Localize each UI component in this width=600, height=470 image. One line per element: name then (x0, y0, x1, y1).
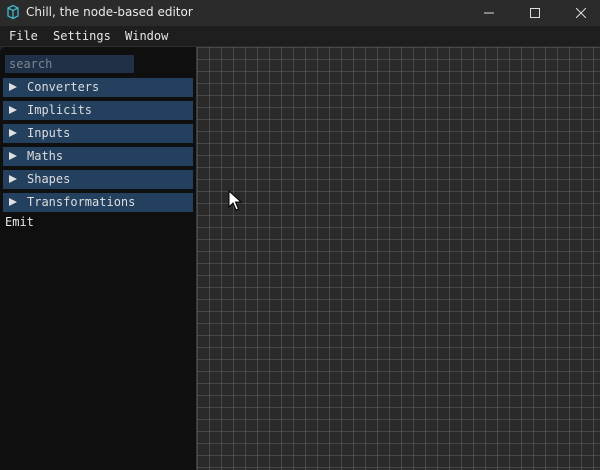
category-label: Transformations (27, 195, 136, 209)
minimize-button[interactable] (466, 0, 512, 26)
mouse-cursor-icon (228, 190, 242, 211)
category-converters[interactable]: Converters (3, 78, 193, 97)
expand-triangle-icon (9, 83, 17, 91)
category-label: Inputs (27, 126, 71, 140)
category-label: Shapes (27, 172, 71, 186)
close-icon (576, 8, 586, 18)
window-title: Chill, the node-based editor (26, 5, 193, 19)
cube-icon (7, 4, 19, 20)
maximize-button[interactable] (512, 0, 558, 26)
maximize-icon (530, 8, 540, 18)
title-bar[interactable]: Chill, the node-based editor (0, 0, 600, 26)
close-button[interactable] (558, 0, 600, 26)
category-maths[interactable]: Maths (3, 147, 193, 166)
category-label: Implicits (27, 103, 93, 117)
category-transformations[interactable]: Transformations (3, 193, 193, 212)
expand-triangle-icon (9, 152, 17, 160)
node-library-panel: Converters Implicits Inputs Maths Shapes… (0, 47, 197, 470)
expand-triangle-icon (9, 198, 17, 206)
menu-window[interactable]: Window (125, 29, 168, 43)
category-implicits[interactable]: Implicits (3, 101, 193, 120)
menu-settings[interactable]: Settings (53, 29, 111, 43)
expand-triangle-icon (9, 175, 17, 183)
search-input[interactable] (5, 55, 134, 73)
expand-triangle-icon (9, 106, 17, 114)
category-label: Converters (27, 80, 100, 94)
emit-item[interactable]: Emit (5, 215, 34, 229)
category-inputs[interactable]: Inputs (3, 124, 193, 143)
node-canvas[interactable] (197, 47, 600, 470)
minimize-icon (484, 12, 494, 14)
menu-file[interactable]: File (9, 29, 38, 43)
category-label: Maths (27, 149, 64, 163)
expand-triangle-icon (9, 129, 17, 137)
menu-bar: File Settings Window (0, 26, 600, 47)
category-shapes[interactable]: Shapes (3, 170, 193, 189)
